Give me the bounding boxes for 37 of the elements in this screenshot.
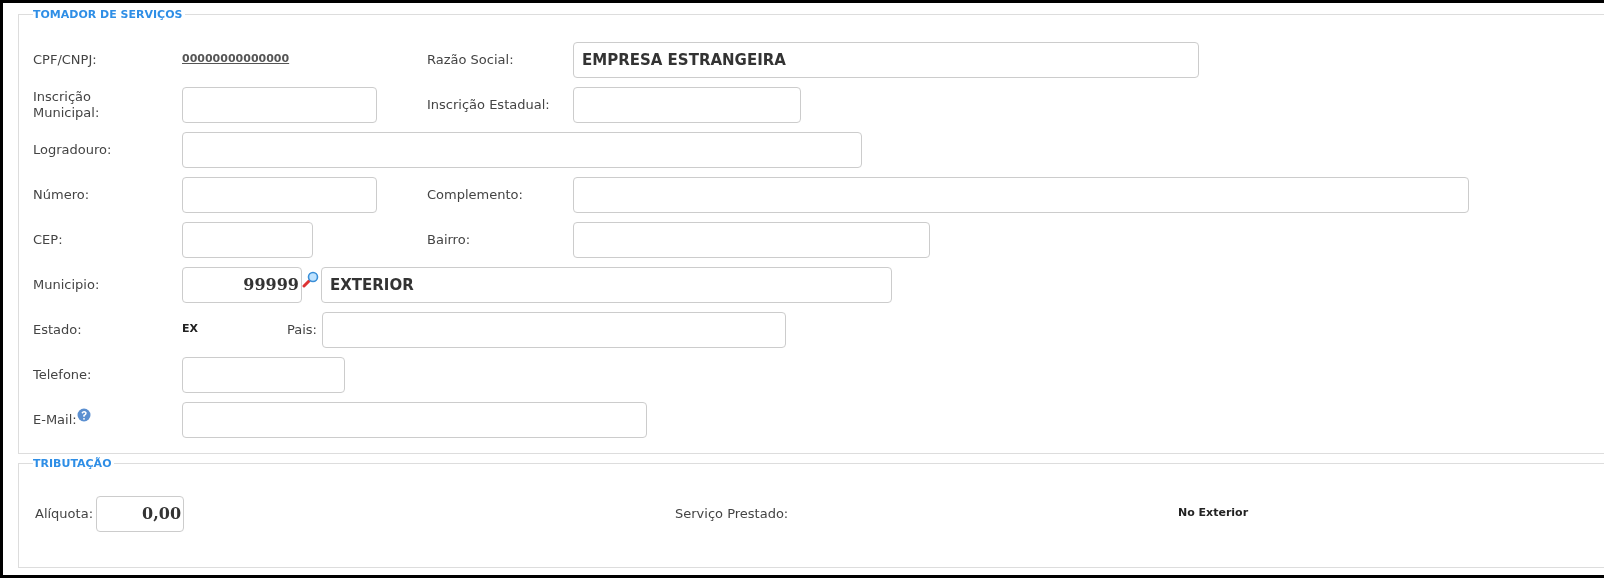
input-field[interactable] xyxy=(573,86,801,123)
field-label: CEP: xyxy=(33,231,63,248)
search-icon[interactable] xyxy=(302,270,319,288)
input-field[interactable] xyxy=(182,131,862,168)
field-value: EX xyxy=(182,321,198,338)
field-label: Inscrição Municipal: xyxy=(33,88,101,121)
cpf-link[interactable]: 00000000000000 xyxy=(182,51,290,68)
field-label: CPF/CNPJ: xyxy=(33,51,97,68)
input-field[interactable] xyxy=(182,356,345,393)
field-label: E-Mail: xyxy=(33,411,77,428)
input-field[interactable] xyxy=(182,221,313,258)
help-icon[interactable] xyxy=(76,407,91,422)
field-label: Pais: xyxy=(287,321,317,338)
input-field[interactable]: 0,00 xyxy=(96,495,184,532)
field-label: Estado: xyxy=(33,321,82,338)
input-field[interactable] xyxy=(573,221,930,258)
field-label: Serviço Prestado: xyxy=(675,505,789,522)
field-label: Número: xyxy=(33,186,90,203)
input-field[interactable]: EMPRESA ESTRANGEIRA xyxy=(573,41,1199,78)
input-field[interactable]: EXTERIOR xyxy=(321,266,892,303)
field-label: Municipio: xyxy=(33,276,100,293)
field-label: Telefone: xyxy=(33,366,92,383)
input-field[interactable] xyxy=(573,176,1469,213)
input-field[interactable] xyxy=(182,86,377,123)
field-label: Bairro: xyxy=(427,231,470,248)
field-label: Razão Social: xyxy=(427,51,514,68)
section-legend: TRIBUTAÇÃO xyxy=(33,456,115,471)
field-label: Inscrição Estadual: xyxy=(427,96,550,113)
field-label: Alíquota: xyxy=(35,505,93,522)
input-field[interactable] xyxy=(322,311,786,348)
field-label: Complemento: xyxy=(427,186,523,203)
field-label: Logradouro: xyxy=(33,141,112,158)
input-field[interactable] xyxy=(182,176,377,213)
field-value: No Exterior xyxy=(1178,505,1249,522)
section-legend: TOMADOR DE SERVIÇOS xyxy=(33,7,186,22)
input-field[interactable]: 99999 xyxy=(182,266,302,303)
input-field[interactable] xyxy=(182,401,647,438)
